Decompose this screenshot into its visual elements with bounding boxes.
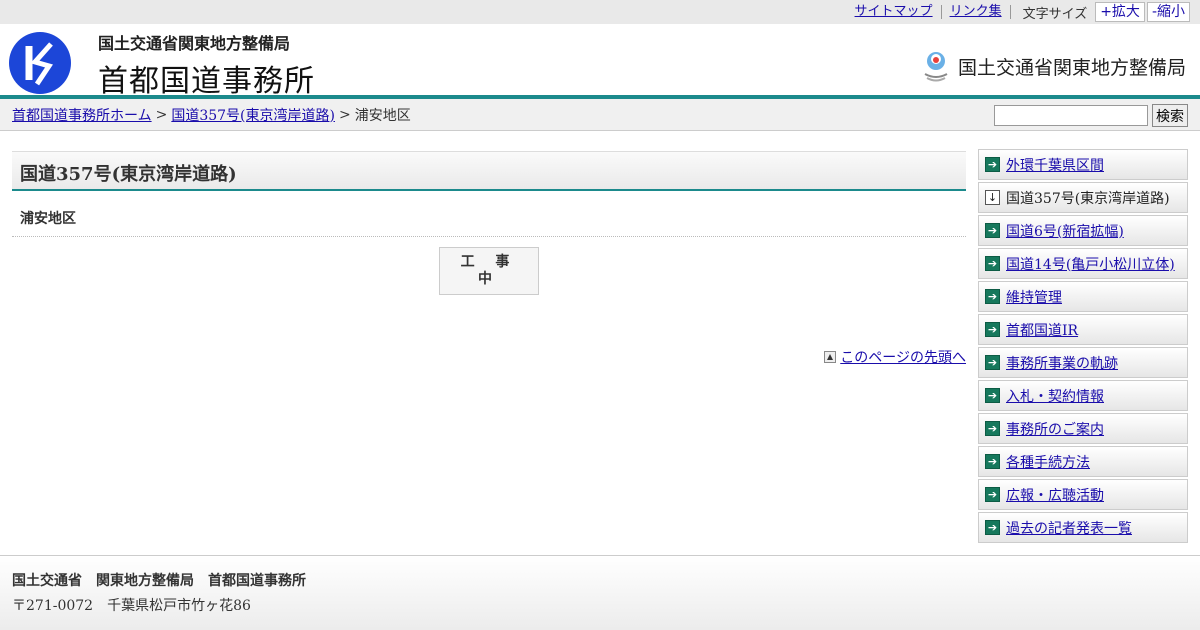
arrow-right-icon: ➔ [985, 487, 1000, 502]
sidebar-item-label[interactable]: 国道14号(亀戸小松川立体) [1006, 254, 1175, 274]
breadcrumb-separator: > [155, 106, 168, 123]
page-title: 国道357号(東京湾岸道路) [12, 151, 966, 191]
arrow-right-icon: ➔ [985, 223, 1000, 238]
font-enlarge-button[interactable]: +拡大 [1095, 2, 1145, 22]
mlit-logo[interactable]: 国土交通省関東地方整備局 [922, 50, 1186, 82]
sidebar-item-label[interactable]: 各種手続方法 [1006, 452, 1090, 472]
arrow-right-icon: ➔ [985, 454, 1000, 469]
links-link[interactable]: リンク集 [942, 5, 1011, 19]
arrow-right-icon: ➔ [985, 421, 1000, 436]
site-header: 国土交通省関東地方整備局 首都国道事務所 国土交通省関東地方整備局 [0, 24, 1200, 99]
search-button[interactable]: 検索 [1152, 104, 1188, 127]
utility-bar: サイトマップ リンク集 文字サイズ +拡大 -縮小 [0, 0, 1200, 24]
sidebar-item-label[interactable]: 外環千葉県区間 [1006, 155, 1104, 175]
arrow-right-icon: ➔ [985, 355, 1000, 370]
sidebar-item[interactable]: ➔ 入札・契約情報 [978, 380, 1188, 411]
sidebar-item-label[interactable]: 広報・広聴活動 [1006, 485, 1104, 505]
search-form: 検索 [994, 104, 1188, 127]
section-heading: 浦安地区 [12, 191, 966, 237]
page-top-link-wrap: このページの先頭へ [824, 347, 966, 367]
arrow-right-icon: ➔ [985, 322, 1000, 337]
site-footer: 国土交通省 関東地方整備局 首都国道事務所 〒271-0072 千葉県松戸市竹ヶ… [0, 555, 1200, 630]
mlit-emblem-icon [924, 52, 948, 82]
breadcrumb-route[interactable]: 国道357号(東京湾岸道路) [171, 105, 335, 125]
font-size-label: 文字サイズ [1022, 6, 1088, 22]
sidebar-item[interactable]: ➔ 国道14号(亀戸小松川立体) [978, 248, 1188, 279]
page-top-link[interactable]: このページの先頭へ [840, 347, 966, 367]
breadcrumb-current: 浦安地区 [354, 107, 411, 124]
sidebar-item-label[interactable]: 事務所のご案内 [1006, 419, 1104, 439]
sidebar-item[interactable]: ➔ 維持管理 [978, 281, 1188, 312]
sidebar-item[interactable]: ➔ 過去の記者発表一覧 [978, 512, 1188, 543]
arrow-right-icon: ➔ [985, 289, 1000, 304]
sidebar-item-label[interactable]: 維持管理 [1006, 287, 1062, 307]
sitemap-link[interactable]: サイトマップ [847, 5, 942, 19]
sidebar-item[interactable]: ➔ 事務所のご案内 [978, 413, 1188, 444]
bureau-name: 国土交通省関東地方整備局 [98, 34, 291, 53]
arrow-up-icon [824, 351, 837, 363]
breadcrumb-home[interactable]: 首都国道事務所ホーム [12, 105, 152, 125]
sidebar-item-current: ↓ 国道357号(東京湾岸道路) [978, 182, 1188, 213]
arrow-right-icon: ➔ [985, 157, 1000, 172]
sidebar-item-label[interactable]: 事務所事業の軌跡 [1006, 353, 1118, 373]
office-logo-icon[interactable] [9, 32, 71, 94]
main-content: 国道357号(東京湾岸道路) 浦安地区 工 事 中 このページの先頭へ [12, 151, 966, 366]
sidebar-item-label[interactable]: 国道6号(新宿拡幅) [1006, 221, 1124, 241]
arrow-right-icon: ➔ [985, 520, 1000, 535]
sidebar-item[interactable]: ➔ 広報・広聴活動 [978, 479, 1188, 510]
sidebar-item[interactable]: ➔ 首都国道IR [978, 314, 1188, 345]
sidebar-item[interactable]: ➔ 各種手続方法 [978, 446, 1188, 477]
sidebar-item[interactable]: ➔ 国道6号(新宿拡幅) [978, 215, 1188, 246]
arrow-right-icon: ➔ [985, 388, 1000, 403]
under-construction-badge: 工 事 中 [439, 247, 539, 295]
sidebar-item-label: 国道357号(東京湾岸道路) [1006, 190, 1170, 207]
footer-address: 〒271-0072 千葉県松戸市竹ヶ花86 [12, 598, 251, 614]
breadcrumb: 首都国道事務所ホーム > 国道357号(東京湾岸道路) > 浦安地区 検索 [0, 99, 1200, 131]
search-input[interactable] [994, 105, 1148, 126]
sidebar-item-label[interactable]: 首都国道IR [1006, 320, 1078, 340]
sidebar-item[interactable]: ➔ 事務所事業の軌跡 [978, 347, 1188, 378]
breadcrumb-separator: > [338, 106, 351, 123]
sidebar-item-label[interactable]: 入札・契約情報 [1006, 386, 1104, 406]
construction-text-line2: 中 [478, 271, 500, 287]
arrow-right-icon: ➔ [985, 256, 1000, 271]
sidebar-item-label[interactable]: 過去の記者発表一覧 [1006, 518, 1132, 538]
arrow-down-icon: ↓ [985, 190, 1000, 205]
sidebar-nav: ➔ 外環千葉県区間 ↓ 国道357号(東京湾岸道路) ➔ 国道6号(新宿拡幅) ➔ 国道… [978, 149, 1188, 545]
footer-org: 国土交通省 関東地方整備局 首都国道事務所 [12, 573, 306, 589]
office-name[interactable]: 首都国道事務所 [98, 56, 315, 100]
font-shrink-button[interactable]: -縮小 [1146, 2, 1190, 22]
mlit-name: 国土交通省関東地方整備局 [957, 56, 1186, 79]
sidebar-item[interactable]: ➔ 外環千葉県区間 [978, 149, 1188, 180]
construction-text-line1: 工 事 [460, 254, 518, 270]
